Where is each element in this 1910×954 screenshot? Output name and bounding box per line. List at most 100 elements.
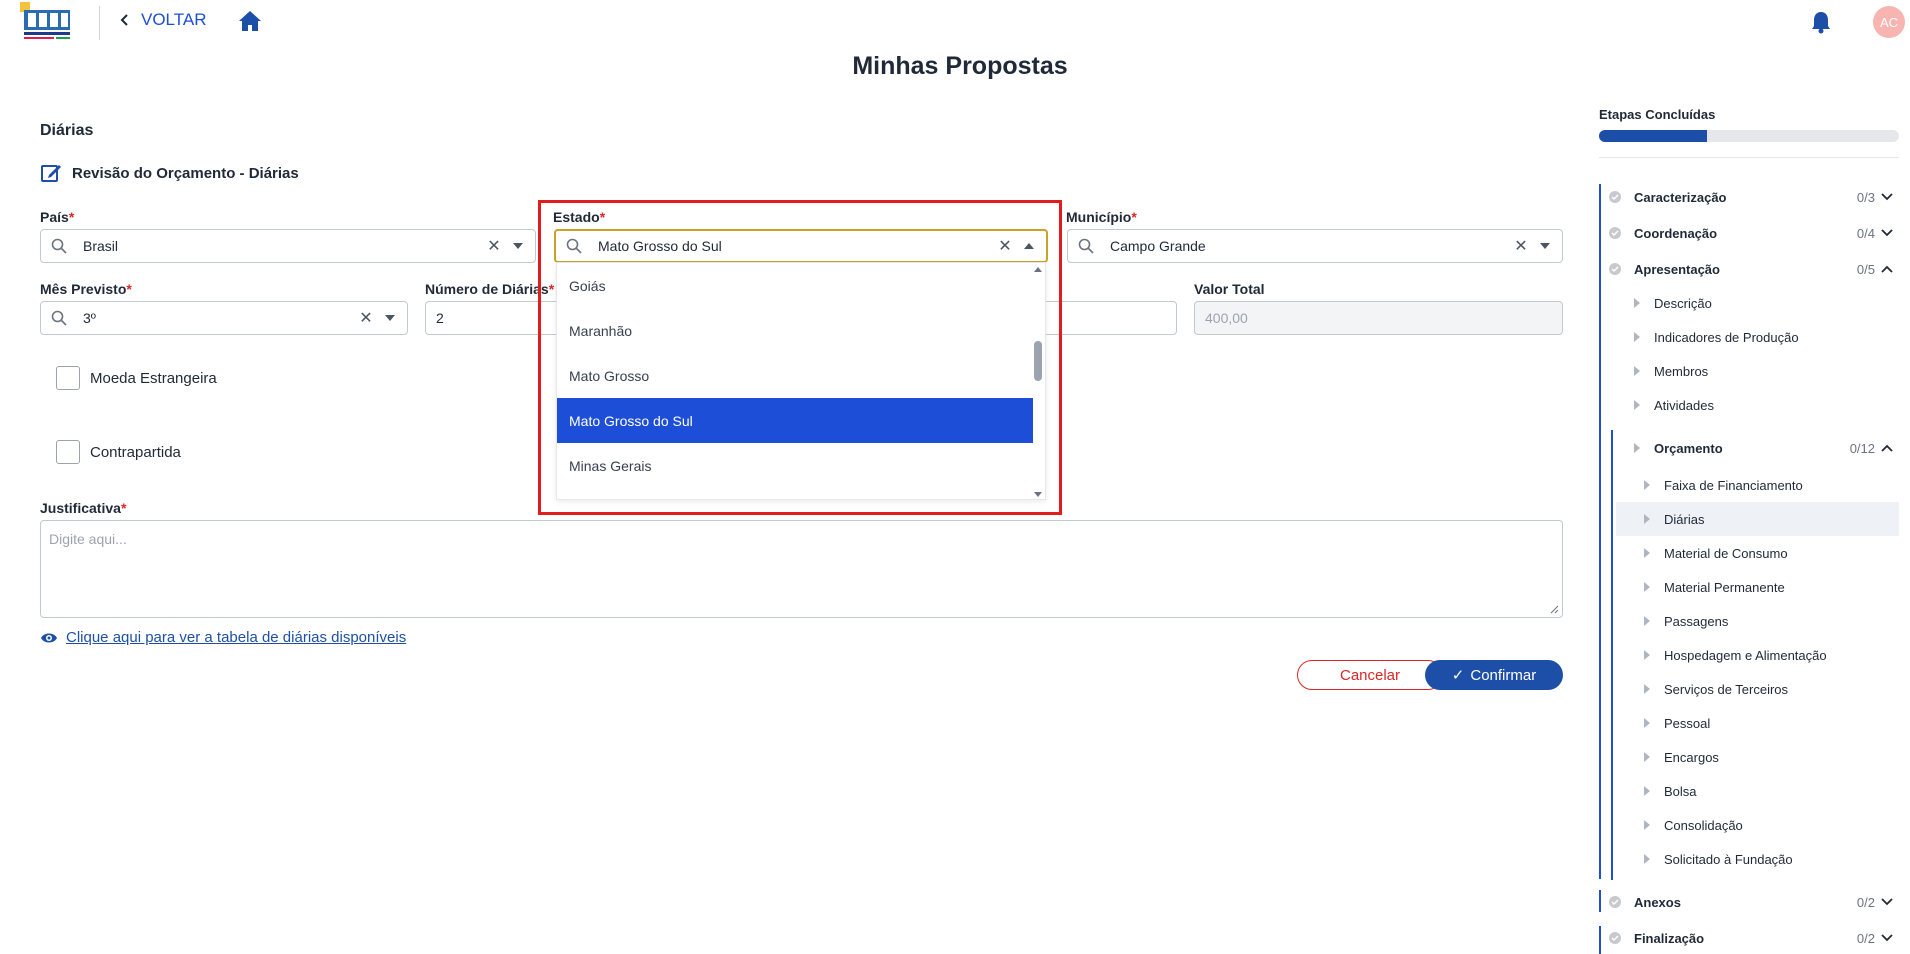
mes-previsto-select[interactable]: 3º ✕ xyxy=(40,301,408,335)
step-finalizacao[interactable]: Finalização 0/2 xyxy=(1599,926,1899,950)
eye-icon xyxy=(41,633,57,642)
required-marker: * xyxy=(1131,209,1137,225)
caret-down-icon[interactable] xyxy=(1540,243,1550,249)
caret-right-icon xyxy=(1634,366,1640,376)
search-icon xyxy=(1078,238,1094,254)
orcamento-line xyxy=(1611,430,1613,880)
caret-right-icon xyxy=(1644,786,1650,796)
back-button[interactable]: VOLTAR xyxy=(119,10,207,30)
chevron-down-icon[interactable] xyxy=(1881,229,1893,237)
valor-total-value: 400,00 xyxy=(1205,310,1248,326)
caret-right-icon xyxy=(1644,582,1650,592)
progress-fill xyxy=(1599,130,1707,142)
justificativa-label-text: Justificativa xyxy=(40,500,121,516)
sub-item-label: Atividades xyxy=(1654,397,1714,413)
caret-down-icon[interactable] xyxy=(385,315,395,321)
orcamento-item-material-consumo[interactable]: Material de Consumo xyxy=(1616,536,1899,570)
step-label: Apresentação xyxy=(1634,261,1720,277)
caret-right-icon xyxy=(1634,298,1640,308)
sub-item-indicadores[interactable]: Indicadores de Produção xyxy=(1630,325,1799,349)
steps-line xyxy=(1599,184,1601,879)
caret-right-icon xyxy=(1634,443,1640,453)
diarias-table-link-text: Clique aqui para ver a tabela de diárias… xyxy=(66,629,407,646)
orcamento-item-faixa[interactable]: Faixa de Financiamento xyxy=(1616,468,1899,502)
pais-select[interactable]: Brasil ✕ xyxy=(40,229,536,263)
step-coordenacao[interactable]: Coordenação 0/4 xyxy=(1599,221,1899,245)
sub-item-atividades[interactable]: Atividades xyxy=(1630,393,1714,417)
moeda-estrangeira-label: Moeda Estrangeira xyxy=(90,369,217,387)
caret-right-icon xyxy=(1644,854,1650,864)
back-label: VOLTAR xyxy=(141,10,207,29)
caret-down-icon[interactable] xyxy=(513,243,523,249)
orcamento-item-material-permanente[interactable]: Material Permanente xyxy=(1616,570,1899,604)
orcamento-item-consolidacao[interactable]: Consolidação xyxy=(1616,808,1899,842)
divider xyxy=(1599,157,1899,158)
resize-grip-icon[interactable] xyxy=(1550,605,1559,614)
orcamento-item-label: Faixa de Financiamento xyxy=(1664,477,1803,493)
pais-value: Brasil xyxy=(83,238,119,254)
step-count: 0/4 xyxy=(1856,225,1875,241)
progress-bar xyxy=(1599,130,1899,142)
orcamento-item-encargos[interactable]: Encargos xyxy=(1616,740,1899,774)
justificativa-label: Justificativa* xyxy=(40,500,126,516)
check-circle-icon xyxy=(1609,227,1621,239)
orcamento-label: Orçamento xyxy=(1654,440,1723,456)
municipio-value: Campo Grande xyxy=(1110,238,1206,254)
municipio-label: Município* xyxy=(1066,209,1137,225)
justificativa-placeholder: Digite aqui... xyxy=(49,531,127,547)
pais-label-text: País xyxy=(40,209,69,225)
sub-item-membros[interactable]: Membros xyxy=(1630,359,1708,383)
caret-right-icon xyxy=(1644,514,1650,524)
bell-icon[interactable] xyxy=(1810,10,1832,34)
orcamento-item-pessoal[interactable]: Pessoal xyxy=(1616,706,1899,740)
moeda-estrangeira-row: Moeda Estrangeira xyxy=(56,366,217,390)
step-count: 0/5 xyxy=(1856,261,1875,277)
chevron-left-icon xyxy=(120,14,128,26)
moeda-estrangeira-checkbox[interactable] xyxy=(56,366,80,390)
chevron-down-icon[interactable] xyxy=(1881,934,1893,942)
sub-item-orcamento[interactable]: Orçamento 0/12 xyxy=(1630,436,1899,460)
orcamento-item-label: Bolsa xyxy=(1664,783,1697,799)
caret-right-icon xyxy=(1644,548,1650,558)
clear-icon[interactable]: ✕ xyxy=(487,236,501,256)
confirm-button[interactable]: ✓ Confirmar xyxy=(1425,660,1563,690)
orcamento-item-label: Diárias xyxy=(1664,511,1705,527)
step-anexos[interactable]: Anexos 0/2 xyxy=(1599,890,1899,914)
pais-label: País* xyxy=(40,209,74,225)
step-label: Finalização xyxy=(1634,930,1705,946)
step-count: 0/2 xyxy=(1856,894,1875,910)
check-circle-icon xyxy=(1609,932,1621,944)
caret-right-icon xyxy=(1644,752,1650,762)
diarias-table-link[interactable]: Clique aqui para ver a tabela de diárias… xyxy=(40,629,406,646)
step-apresentacao[interactable]: Apresentação 0/5 xyxy=(1599,257,1899,281)
check-circle-icon xyxy=(1609,263,1621,275)
chevron-down-icon[interactable] xyxy=(1881,898,1893,906)
orcamento-item-bolsa[interactable]: Bolsa xyxy=(1616,774,1899,808)
clear-icon[interactable]: ✕ xyxy=(1514,236,1528,256)
caret-right-icon xyxy=(1644,616,1650,626)
chevron-up-icon[interactable] xyxy=(1881,265,1893,273)
sub-item-descricao[interactable]: Descrição xyxy=(1630,291,1712,315)
orcamento-item-passagens[interactable]: Passagens xyxy=(1616,604,1899,638)
contrapartida-label: Contrapartida xyxy=(90,443,181,461)
chevron-up-icon[interactable] xyxy=(1881,444,1893,452)
step-caracterizacao[interactable]: Caracterização 0/3 xyxy=(1599,185,1899,209)
clear-icon[interactable]: ✕ xyxy=(359,308,373,328)
orcamento-item-label: Encargos xyxy=(1664,749,1719,765)
orcamento-item-hospedagem[interactable]: Hospedagem e Alimentação xyxy=(1616,638,1899,672)
municipio-label-text: Município xyxy=(1066,209,1132,225)
home-icon[interactable] xyxy=(238,10,262,32)
justificativa-textarea[interactable]: Digite aqui... xyxy=(40,520,1563,618)
cancel-button[interactable]: Cancelar xyxy=(1297,660,1443,690)
municipio-select[interactable]: Campo Grande ✕ xyxy=(1067,229,1563,263)
orcamento-item-label: Passagens xyxy=(1664,613,1729,629)
user-avatar[interactable]: AC xyxy=(1873,6,1905,38)
contrapartida-checkbox[interactable] xyxy=(56,440,80,464)
step-label: Coordenação xyxy=(1634,225,1718,241)
orcamento-item-solicitado[interactable]: Solicitado à Fundação xyxy=(1616,842,1899,876)
orcamento-item-label: Material Permanente xyxy=(1664,579,1785,595)
orcamento-item-servicos-terceiros[interactable]: Serviços de Terceiros xyxy=(1616,672,1899,706)
company-logo xyxy=(20,2,74,44)
orcamento-item-diarias[interactable]: Diárias xyxy=(1616,502,1899,536)
chevron-down-icon[interactable] xyxy=(1881,193,1893,201)
